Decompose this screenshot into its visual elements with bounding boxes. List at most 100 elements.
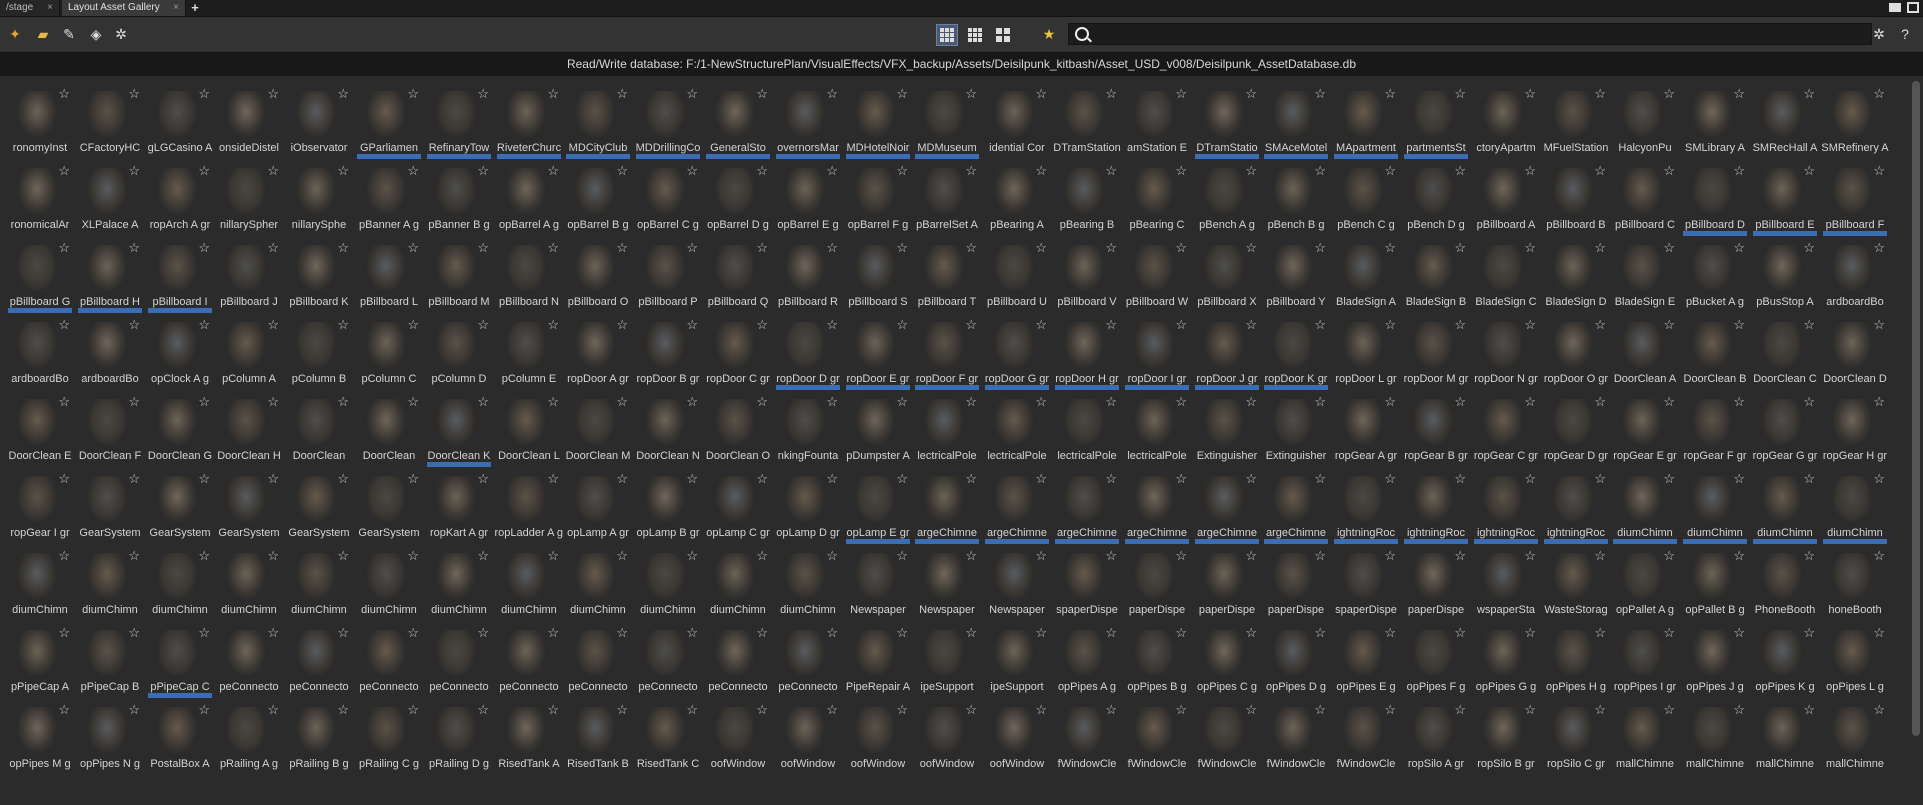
favorite-star-icon[interactable]: ☆ [477, 87, 489, 100]
favorite-star-icon[interactable]: ☆ [1663, 472, 1675, 485]
favorite-star-icon[interactable]: ☆ [756, 472, 768, 485]
favorite-star-icon[interactable]: ☆ [1873, 472, 1885, 485]
favorite-star-icon[interactable]: ☆ [58, 318, 70, 331]
asset-tile[interactable]: ☆ fWindowCle [1123, 701, 1191, 775]
asset-tile[interactable]: ☆ RiveterChurc [495, 85, 563, 159]
favorite-star-icon[interactable]: ☆ [198, 241, 210, 254]
favorite-star-icon[interactable]: ☆ [1175, 241, 1187, 254]
favorite-star-icon[interactable]: ☆ [616, 318, 628, 331]
favorite-star-icon[interactable]: ☆ [1873, 164, 1885, 177]
favorite-star-icon[interactable]: ☆ [1873, 626, 1885, 639]
favorite-star-icon[interactable]: ☆ [1733, 395, 1745, 408]
asset-tile[interactable]: ☆ pPipeCap B [76, 624, 144, 698]
favorite-star-icon[interactable]: ☆ [826, 703, 838, 716]
favorite-star-icon[interactable]: ☆ [267, 549, 279, 562]
favorite-star-icon[interactable]: ☆ [756, 395, 768, 408]
favorite-star-icon[interactable]: ☆ [1105, 395, 1117, 408]
favorite-star-icon[interactable]: ☆ [826, 164, 838, 177]
favorite-star-icon[interactable]: ☆ [128, 472, 140, 485]
asset-tile[interactable]: ☆ ardboardBo [6, 316, 74, 390]
favorite-star-icon[interactable]: ☆ [1873, 703, 1885, 716]
asset-tile[interactable]: ☆ pBillboard W [1123, 239, 1191, 313]
favorite-star-icon[interactable]: ☆ [826, 549, 838, 562]
favorite-star-icon[interactable]: ☆ [756, 626, 768, 639]
asset-tile[interactable]: ☆ PhoneBooth [1751, 547, 1819, 621]
asset-tile[interactable]: ☆ BladeSign C [1472, 239, 1540, 313]
asset-tile[interactable]: ☆ pBanner B g [425, 162, 493, 236]
favorite-star-icon[interactable]: ☆ [1594, 318, 1606, 331]
asset-tile[interactable]: ☆ DoorClean O [704, 393, 772, 467]
asset-tile[interactable]: ☆ oofWindow [844, 701, 912, 775]
favorite-star-icon[interactable]: ☆ [58, 164, 70, 177]
favorite-star-icon[interactable]: ☆ [198, 549, 210, 562]
favorite-star-icon[interactable]: ☆ [896, 626, 908, 639]
asset-tile[interactable]: ☆ PipeRepair A [844, 624, 912, 698]
asset-tile[interactable]: ☆ argeChimne [1262, 470, 1330, 544]
asset-tile[interactable]: ☆ diumChimn [6, 547, 74, 621]
favorite-star-icon[interactable]: ☆ [337, 241, 349, 254]
favorite-star-icon[interactable]: ☆ [1454, 395, 1466, 408]
favorite-star-icon[interactable]: ☆ [267, 87, 279, 100]
favorite-star-icon[interactable]: ☆ [547, 703, 559, 716]
asset-tile[interactable]: ☆ ropGear B gr [1402, 393, 1470, 467]
asset-tile[interactable]: ☆ pDumpster A [844, 393, 912, 467]
favorite-star-icon[interactable]: ☆ [198, 626, 210, 639]
asset-tile[interactable]: ☆ ropPipes I gr [1611, 624, 1679, 698]
favorite-star-icon[interactable]: ☆ [1384, 318, 1396, 331]
asset-tile[interactable]: ☆ MDHotelNoir [844, 85, 912, 159]
asset-tile[interactable]: ☆ pRailing B g [285, 701, 353, 775]
asset-tile[interactable]: ☆ HalcyonPu [1611, 85, 1679, 159]
favorite-star-icon[interactable]: ☆ [1733, 472, 1745, 485]
asset-tile[interactable]: ☆ nillarySphe [285, 162, 353, 236]
favorite-star-icon[interactable]: ☆ [337, 318, 349, 331]
favorite-star-icon[interactable]: ☆ [477, 318, 489, 331]
asset-tile[interactable]: ☆ ropDoor J gr [1193, 316, 1261, 390]
favorite-star-icon[interactable]: ☆ [1245, 241, 1257, 254]
favorite-star-icon[interactable]: ☆ [547, 318, 559, 331]
asset-tile[interactable]: ☆ fWindowCle [1332, 701, 1400, 775]
favorite-star-icon[interactable]: ☆ [407, 549, 419, 562]
tab-layout-asset-gallery[interactable]: Layout Asset Gallery × [62, 0, 186, 16]
asset-tile[interactable]: ☆ pColumn E [495, 316, 563, 390]
favorite-star-icon[interactable]: ☆ [1524, 549, 1536, 562]
favorite-star-icon[interactable]: ☆ [1175, 472, 1187, 485]
favorite-star-icon[interactable]: ☆ [1245, 395, 1257, 408]
asset-tile[interactable]: ☆ spaperDispe [1053, 547, 1121, 621]
asset-tile[interactable]: ☆ RisedTank C [634, 701, 702, 775]
asset-tile[interactable]: ☆ overnorsMar [774, 85, 842, 159]
favorite-star-icon[interactable]: ☆ [547, 87, 559, 100]
favorite-star-icon[interactable]: ☆ [756, 241, 768, 254]
favorite-star-icon[interactable]: ☆ [1524, 472, 1536, 485]
favorite-star-icon[interactable]: ☆ [547, 472, 559, 485]
asset-tile[interactable]: ☆ pBillboard P [634, 239, 702, 313]
asset-tile[interactable]: ☆ diumChimn [1681, 470, 1749, 544]
favorite-star-icon[interactable]: ☆ [1175, 549, 1187, 562]
favorite-star-icon[interactable]: ☆ [337, 472, 349, 485]
favorite-star-icon[interactable]: ☆ [1454, 318, 1466, 331]
favorite-star-icon[interactable]: ☆ [58, 395, 70, 408]
favorite-star-icon[interactable]: ☆ [1314, 87, 1326, 100]
favorite-star-icon[interactable]: ☆ [1594, 241, 1606, 254]
favorite-star-icon[interactable]: ☆ [1384, 241, 1396, 254]
favorite-star-icon[interactable]: ☆ [686, 87, 698, 100]
asset-tile[interactable]: ☆ ropDoor A gr [564, 316, 632, 390]
favorite-star-icon[interactable]: ☆ [896, 549, 908, 562]
asset-tile[interactable]: ☆ SMRecHall A [1751, 85, 1819, 159]
favorite-star-icon[interactable]: ☆ [58, 472, 70, 485]
asset-tile[interactable]: ☆ opLamp E gr [844, 470, 912, 544]
favorite-star-icon[interactable]: ☆ [1524, 703, 1536, 716]
favorite-star-icon[interactable]: ☆ [1803, 626, 1815, 639]
favorite-star-icon[interactable]: ☆ [1245, 318, 1257, 331]
favorite-star-icon[interactable]: ☆ [337, 164, 349, 177]
asset-tile[interactable]: ☆ ropDoor L gr [1332, 316, 1400, 390]
asset-tile[interactable]: ☆ DoorClean H [215, 393, 283, 467]
asset-tile[interactable]: ☆ ipeSupport [983, 624, 1051, 698]
asset-tile[interactable]: ☆ diumChimn [495, 547, 563, 621]
asset-tile[interactable]: ☆ pBillboard G [6, 239, 74, 313]
asset-tile[interactable]: ☆ GearSystem [146, 470, 214, 544]
favorite-star-icon[interactable]: ☆ [1803, 472, 1815, 485]
asset-tile[interactable]: ☆ opBarrel B g [564, 162, 632, 236]
asset-tile[interactable]: ☆ peConnecto [425, 624, 493, 698]
favorite-star-icon[interactable]: ☆ [1245, 164, 1257, 177]
asset-tile[interactable]: ☆ diumChimn [634, 547, 702, 621]
